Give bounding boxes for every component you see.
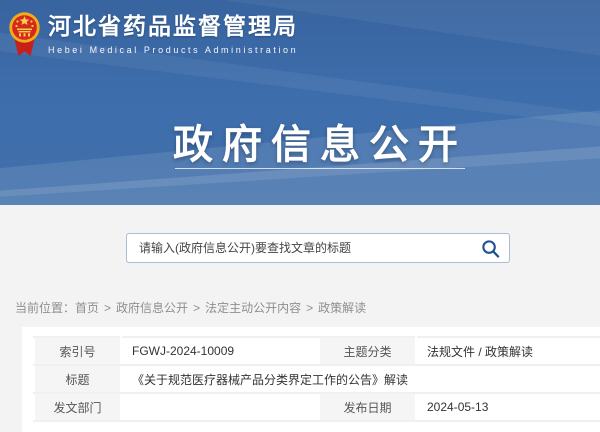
breadcrumb-separator: > [104,301,111,315]
breadcrumb-separator: > [193,301,200,315]
breadcrumb-item-policy-interpretation[interactable]: 政策解读 [318,301,366,315]
title-label: 标题 [34,365,121,393]
page: 河北省药品监督管理局 Hebei Medical Products Admini… [0,0,600,432]
page-title: 政府信息公开 [0,112,600,170]
document-info-table: 索引号 FGWJ-2024-10009 主题分类 法规文件 / 政策解读 标题 … [33,336,600,422]
breadcrumb-item-gov-info[interactable]: 政府信息公开 [116,301,188,315]
breadcrumb-item-statutory-content[interactable]: 法定主动公开内容 [205,301,301,315]
title-value: 《关于规范医疗器械产品分类界定工作的公告》解读 [121,365,600,393]
index-number-label: 索引号 [34,337,121,365]
breadcrumb-separator: > [306,301,313,315]
search-input[interactable] [127,234,489,262]
issuing-department-value [121,393,319,421]
document-info-card: 索引号 FGWJ-2024-10009 主题分类 法规文件 / 政策解读 标题 … [22,327,600,432]
org-name-cn: 河北省药品监督管理局 [48,13,298,41]
subject-category-value: 法规文件 / 政策解读 [416,337,600,365]
subject-category-label: 主题分类 [319,337,416,365]
site-logo[interactable]: 河北省药品监督管理局 Hebei Medical Products Admini… [8,8,298,60]
search-box [126,233,510,263]
table-row: 标题 《关于规范医疗器械产品分类界定工作的公告》解读 [34,365,600,393]
publish-date-value: 2024-05-13 [416,393,600,421]
site-logo-text: 河北省药品监督管理局 Hebei Medical Products Admini… [48,13,298,55]
table-row: 发文部门 发布日期 2024-05-13 [34,393,600,421]
issuing-department-label: 发文部门 [34,393,121,421]
search-icon[interactable] [481,239,500,258]
breadcrumb-item-home[interactable]: 首页 [75,301,99,315]
org-name-en: Hebei Medical Products Administration [48,45,298,55]
title-underline [175,168,465,169]
publish-date-label: 发布日期 [319,393,416,421]
content-area: 当前位置：首页 > 政府信息公开 > 法定主动公开内容 > 政策解读 索引号 FGWJ-20… [0,205,600,432]
breadcrumb-prefix: 当前位置： [15,301,75,315]
table-row: 索引号 FGWJ-2024-10009 主题分类 法规文件 / 政策解读 [34,337,600,365]
national-emblem-icon [8,8,41,60]
index-number-value: FGWJ-2024-10009 [121,337,319,365]
header-banner: 河北省药品监督管理局 Hebei Medical Products Admini… [0,0,600,205]
breadcrumb: 当前位置：首页 > 政府信息公开 > 法定主动公开内容 > 政策解读 [15,299,600,316]
